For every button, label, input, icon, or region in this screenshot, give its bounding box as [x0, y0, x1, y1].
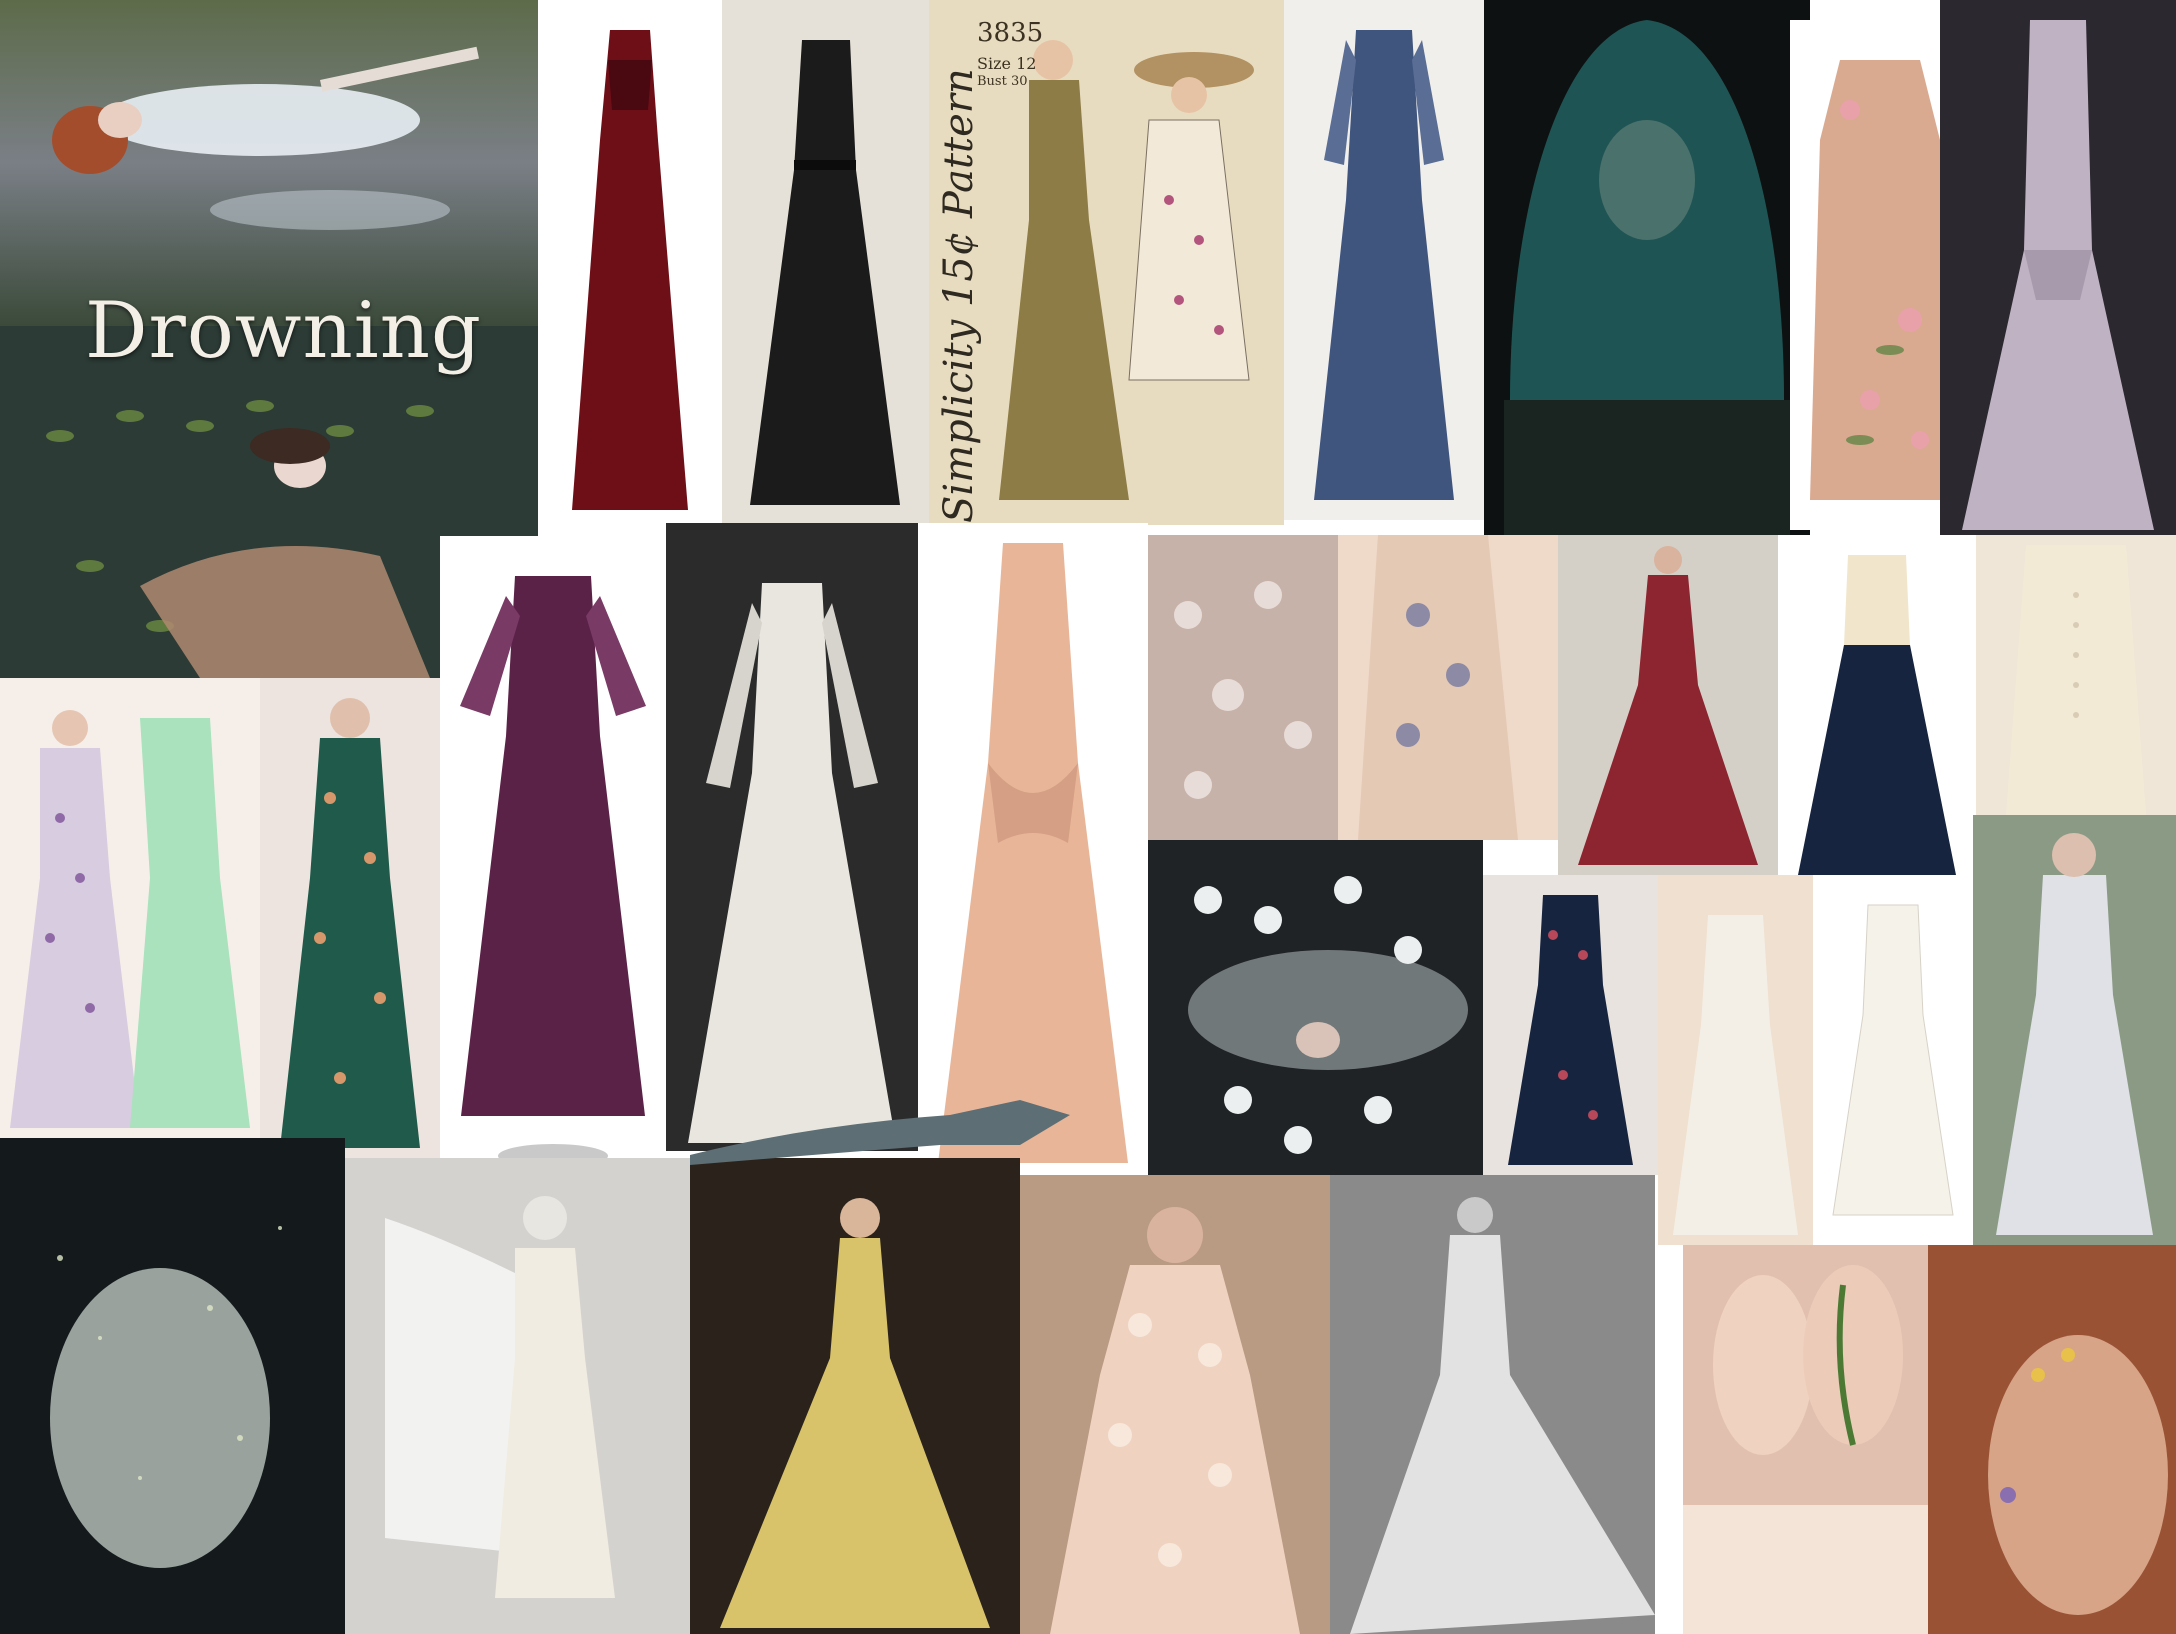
arm-reaching-photo [690, 1085, 1130, 1165]
navy-ivory-gown [1778, 535, 1976, 885]
red-velvet-gown [538, 0, 722, 525]
illustrated-lilac-mint-dresses [0, 678, 260, 1138]
floating-flowers-photo [1148, 840, 1483, 1175]
black-gown [722, 0, 929, 525]
green-printed-gown [260, 678, 440, 1158]
peach-satin-gown [918, 523, 1148, 1173]
vine-on-legs-photo [1683, 1245, 1928, 1634]
vintage-bridal-train [1330, 1175, 1655, 1634]
pattern-bust: Bust 30 [977, 74, 1028, 89]
pattern-vertical-label: Simplicity 15¢ Pattern [936, 68, 982, 523]
pattern-size: Size 12 [977, 54, 1037, 73]
pale-blue-lace-gown [1973, 815, 2176, 1245]
embroidered-tulle-detail [1148, 535, 1338, 840]
pressed-flowers-face-photo [1928, 1245, 2176, 1634]
blue-gown [1284, 0, 1484, 520]
ivory-sheer-gown [666, 523, 918, 1151]
cream-lace-gown [1976, 535, 2176, 815]
pattern-price: 15¢ [936, 230, 982, 308]
peach-floral-tulle-gown [1020, 1175, 1330, 1634]
pattern-brand: Simplicity [936, 319, 982, 523]
yellow-pleated-gown [690, 1158, 1020, 1634]
pattern-number: 3835 [977, 18, 1044, 48]
teal-veil-photo [1484, 0, 1810, 540]
lilac-satin-gown [1940, 0, 2176, 540]
glitter-face-photo [0, 1138, 345, 1634]
burgundy-runway-gown [1558, 535, 1778, 875]
navy-embroidered-gown [1483, 875, 1658, 1175]
moodboard: Drowning 3835 Size 12 Bust 30 Simplicity… [0, 0, 2176, 1634]
pattern-word: Pattern [936, 68, 982, 219]
embroidered-sleeve-detail [1338, 535, 1558, 840]
drowning-woman-photo [0, 0, 538, 326]
white-shirtwaist-gown [1813, 875, 1973, 1245]
plum-sheer-gown [440, 536, 666, 1180]
sheer-cape-gown [345, 1158, 690, 1634]
ivory-tulle-gown [1658, 875, 1813, 1245]
sewing-pattern-envelope: 3835 Size 12 Bust 30 Simplicity 15¢ Patt… [929, 0, 1284, 525]
board-title: Drowning [85, 286, 482, 376]
